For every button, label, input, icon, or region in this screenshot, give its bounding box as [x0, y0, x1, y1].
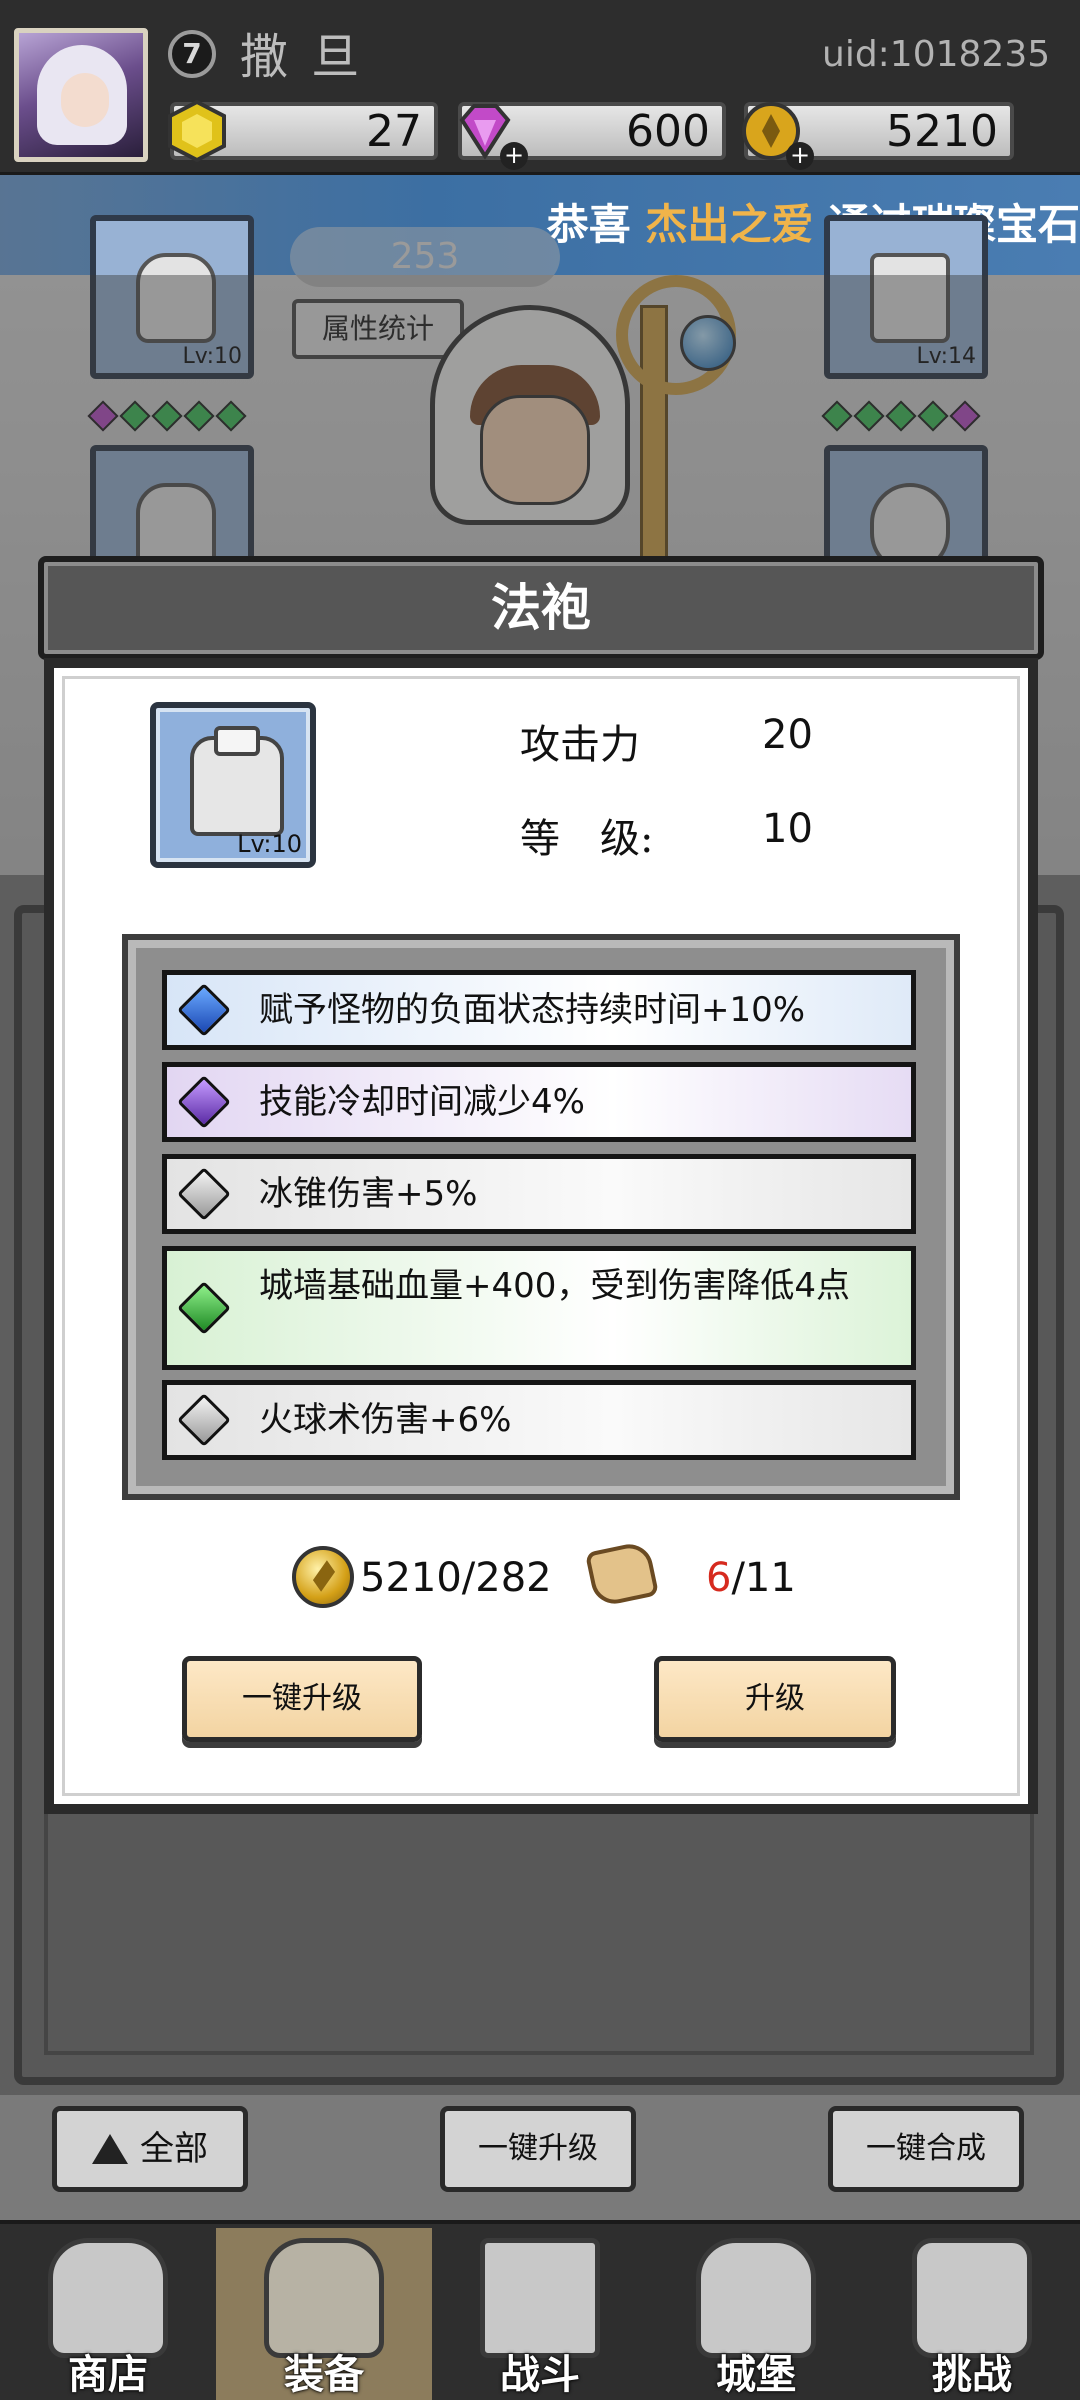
nav-challenge-label: 挑战 — [932, 2352, 1012, 2398]
nav-battle[interactable]: 战斗 — [432, 2228, 648, 2400]
affix-row: 技能冷却时间减少4% — [162, 1062, 916, 1142]
announcement-player: 杰出之爱 — [645, 200, 814, 249]
item-robe-slot: Lv:10 — [150, 702, 316, 868]
nav-equipment[interactable]: 装备 — [216, 2228, 432, 2400]
diamond-value: 600 — [626, 106, 710, 157]
robe-collar — [214, 726, 260, 756]
attack-value: 20 — [762, 712, 813, 758]
blue-gem-icon — [177, 983, 231, 1037]
white-gem-icon — [177, 1393, 231, 1447]
gold-gem-icon — [168, 99, 226, 163]
affix-text: 冰锥伤害+5% — [259, 1174, 478, 1214]
affix-text: 技能冷却时间减少4% — [259, 1082, 585, 1122]
avatar-face — [61, 73, 109, 127]
gold-coin-icon — [292, 1546, 354, 1608]
merge-all-button[interactable]: 一键合成 — [828, 2106, 1024, 2192]
affix-row: 冰锥伤害+5% — [162, 1154, 916, 1234]
castle-icon — [696, 2238, 816, 2358]
backpack-icon — [264, 2238, 384, 2358]
scroll-required: /11 — [731, 1555, 796, 1601]
item-name-title: 法袍 — [491, 579, 591, 637]
affix-row: 赋予怪物的负面状态持续时间+10% — [162, 970, 916, 1050]
level-value: 10 — [762, 806, 813, 852]
affix-row: 城墙基础血量+400，受到伤害降低4点 — [162, 1246, 916, 1370]
white-gem-icon — [177, 1167, 231, 1221]
announcement-text: 恭喜 杰出之爱 通过璀璨宝石 — [547, 197, 1080, 253]
gold-gem-counter[interactable]: 27 — [168, 99, 438, 163]
green-gem-icon — [177, 1281, 231, 1335]
attack-label: 攻击力 — [520, 722, 640, 768]
nav-castle[interactable]: 城堡 — [648, 2228, 864, 2400]
affix-row: 火球术伤害+6% — [162, 1380, 916, 1460]
filter-all-button[interactable]: 全部 — [52, 2106, 248, 2192]
item-level-tag: Lv:10 — [237, 830, 302, 858]
nav-battle-label: 战斗 — [500, 2352, 580, 2398]
affix-text: 火球术伤害+6% — [259, 1400, 512, 1440]
nav-challenge[interactable]: 挑战 — [864, 2228, 1080, 2400]
coin-value: 5210 — [886, 106, 998, 157]
bottom-navigation: 商店 装备 战斗 城堡 挑战 — [0, 2220, 1080, 2400]
purple-gem-icon — [177, 1075, 231, 1129]
nav-shop[interactable]: 商店 — [0, 2228, 216, 2400]
filter-triangle-icon — [92, 2134, 128, 2164]
coin-counter[interactable]: + 5210 — [742, 102, 1014, 170]
nav-equipment-label: 装备 — [284, 2352, 364, 2398]
scroll-cost: 6/11 — [706, 1552, 796, 1604]
affix-text: 赋予怪物的负面状态持续时间+10% — [259, 990, 806, 1030]
nav-shop-label: 商店 — [68, 2352, 148, 2398]
player-level-badge: 7 — [168, 30, 216, 78]
crossed-swords-icon — [480, 2238, 600, 2358]
upgrade-button[interactable]: 升级 — [654, 1656, 896, 1742]
add-diamond-icon[interactable]: + — [500, 142, 528, 170]
level-label: 等 级: — [520, 816, 654, 862]
upgrade-all-button[interactable]: 一键升级 — [182, 1656, 422, 1742]
diamond-counter[interactable]: + 600 — [458, 102, 726, 170]
inventory-upgrade-all-button[interactable]: 一键升级 — [440, 2106, 636, 2192]
top-bar: 7 撒 旦 uid:1018235 27 + 600 + 5210 — [0, 0, 1080, 175]
coin-cost: 5210/282 — [360, 1555, 552, 1601]
player-name: 撒 旦 — [240, 29, 364, 85]
shop-hut-icon — [48, 2238, 168, 2358]
scroll-owned: 6 — [706, 1555, 732, 1601]
locked-shield-icon — [912, 2238, 1032, 2358]
nav-castle-label: 城堡 — [716, 2352, 796, 2398]
affix-text: 城墙基础血量+400，受到伤害降低4点 — [259, 1266, 851, 1306]
announcement-prefix: 恭喜 — [546, 200, 631, 249]
player-uid: uid:1018235 — [822, 34, 1051, 75]
filter-all-label: 全部 — [140, 2129, 208, 2169]
item-modal-header: 法袍 — [38, 556, 1044, 660]
add-coin-icon[interactable]: + — [786, 142, 814, 170]
gold-gem-value: 27 — [366, 106, 422, 157]
player-avatar[interactable] — [14, 28, 148, 162]
